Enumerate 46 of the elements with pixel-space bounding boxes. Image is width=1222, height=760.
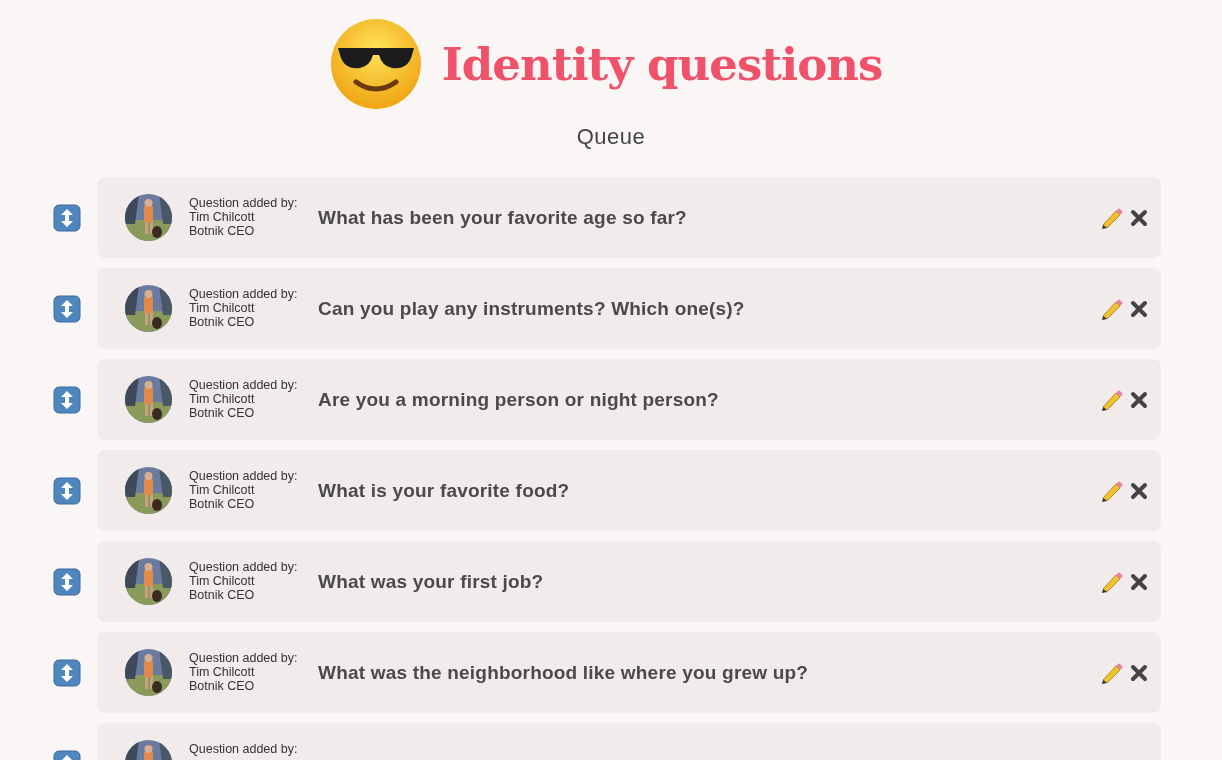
move-arrows-icon[interactable] [53,203,81,232]
delete-button[interactable] [1130,572,1148,591]
added-by-label: Question added by: [189,742,299,756]
page-title: Identity questions [441,37,883,91]
author-role: Botnik CEO [189,497,256,511]
move-arrows-icon[interactable] [53,658,81,687]
move-arrows-icon[interactable] [53,294,81,323]
close-icon [1130,208,1148,227]
move-arrows-icon[interactable] [53,567,81,596]
delete-button[interactable] [1130,481,1148,500]
added-by-label: Question added by: [189,378,299,392]
section-heading: Queue [576,124,646,150]
added-by-label: Question added by: [189,469,299,483]
move-arrows-icon[interactable] [53,385,81,414]
delete-button[interactable] [1130,208,1148,227]
delete-button[interactable] [1130,299,1148,318]
close-icon [1130,663,1148,682]
question-text: What is your favorite food? [318,479,571,502]
author-name: Tim Chilcott [189,392,256,406]
author-role: Botnik CEO [189,315,256,329]
move-arrows-icon[interactable] [53,476,81,505]
question-text: What has been your favorite age so far? [318,206,688,229]
added-by-label: Question added by: [189,651,299,665]
author-name: Tim Chilcott [189,483,256,497]
author-name: Tim Chilcott [189,574,256,588]
delete-button[interactable] [1130,390,1148,409]
sunglasses-emoji-icon [329,18,422,110]
author-role: Botnik CEO [189,224,256,238]
added-by-label: Question added by: [189,560,299,574]
author-name: Tim Chilcott [189,665,256,679]
delete-button[interactable] [1130,663,1148,682]
added-by-label: Question added by: [189,196,299,210]
question-text: What was the neighborhood like where you grew up? [318,661,810,684]
author-name: Tim Chilcott [189,301,256,315]
question-text: Are you a morning person or night person? [318,388,720,411]
close-icon [1130,572,1148,591]
added-by-label: Question added by: [189,287,299,301]
close-icon [1130,390,1148,409]
close-icon [1130,299,1148,318]
author-role: Botnik CEO [189,588,256,602]
author-role: Botnik CEO [189,679,256,693]
author-name: Tim Chilcott [189,210,256,224]
author-role: Botnik CEO [189,406,256,420]
question-text: What was your first job? [318,570,545,593]
close-icon [1130,481,1148,500]
question-text: Can you play any instruments? Which one(s)? [318,297,746,320]
